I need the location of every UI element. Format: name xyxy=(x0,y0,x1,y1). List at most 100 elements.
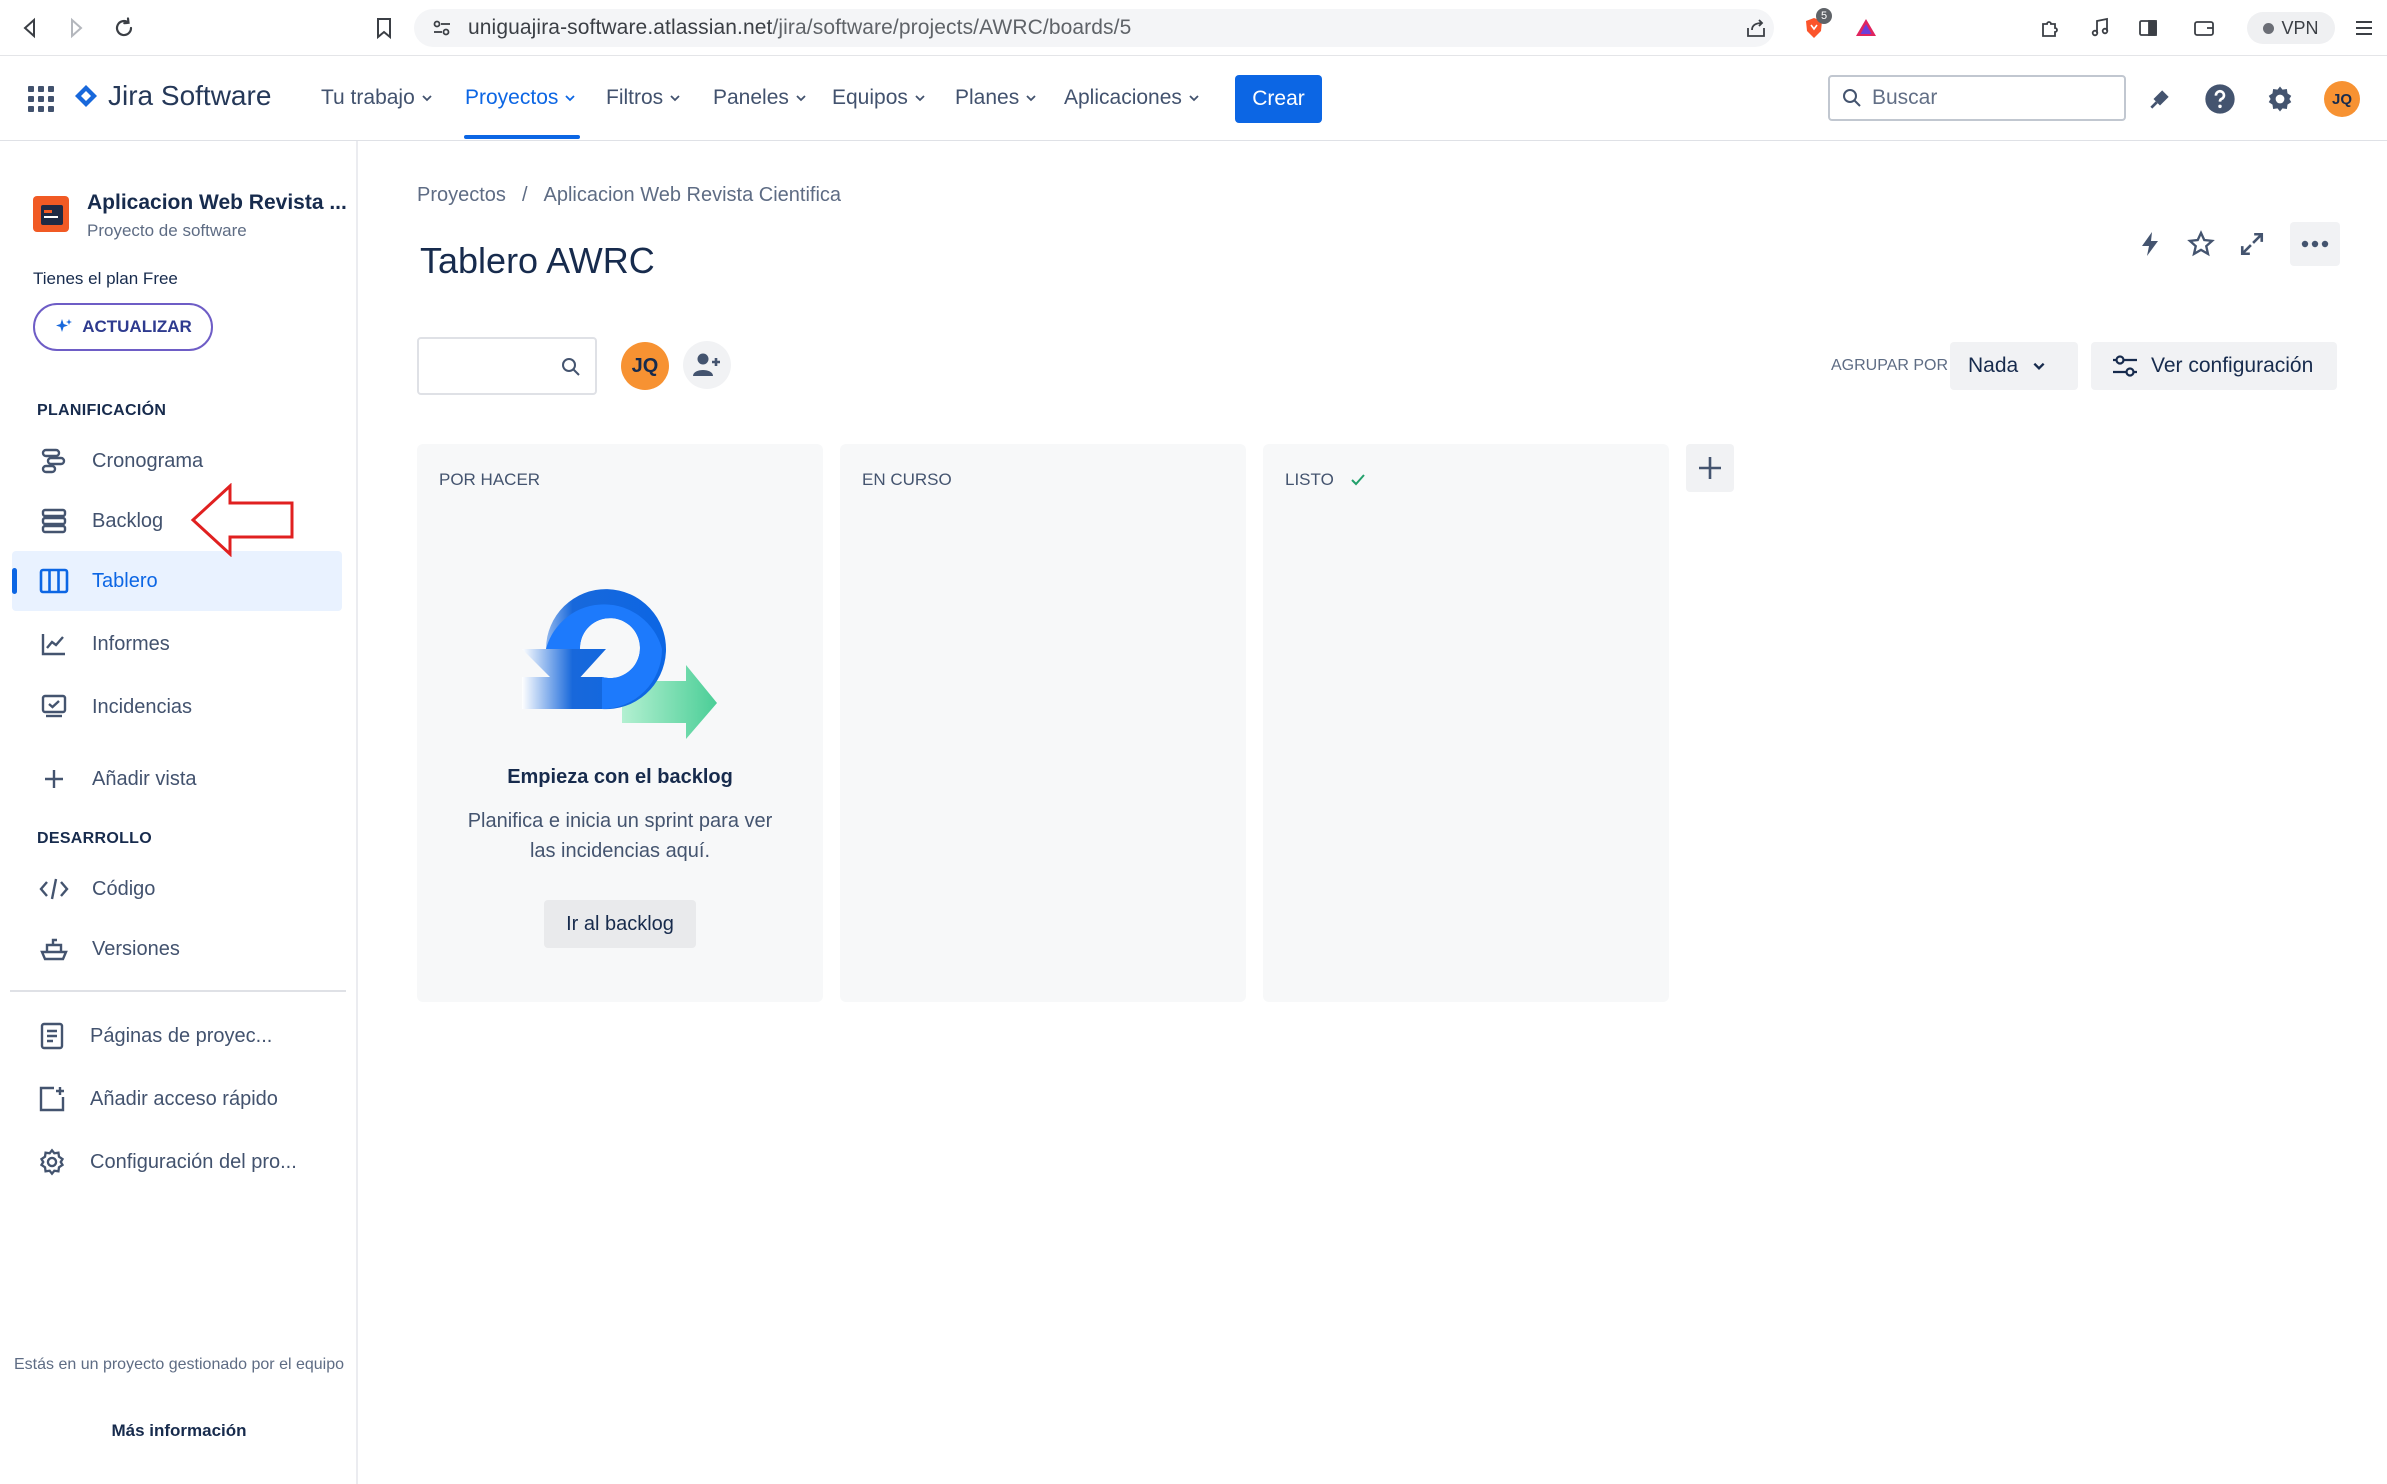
column-title: LISTO xyxy=(1285,470,1366,490)
sidebar-divider xyxy=(10,990,346,992)
settings-sliders-icon xyxy=(2113,355,2137,377)
nav-label: Aplicaciones xyxy=(1064,86,1182,109)
sidebar-item-project-settings[interactable]: Configuración del pro... xyxy=(10,1132,340,1192)
jira-logo[interactable]: Jira Software xyxy=(74,80,271,112)
sidebar-item-label: Código xyxy=(92,877,156,900)
chevron-down-icon xyxy=(565,95,576,102)
chevron-down-icon xyxy=(1026,95,1036,102)
wallet-icon[interactable] xyxy=(2190,14,2218,42)
column-title-text: POR HACER xyxy=(439,470,541,489)
sidebar-item-label: Añadir vista xyxy=(92,767,197,790)
back-icon[interactable] xyxy=(16,14,44,42)
issues-icon xyxy=(38,691,70,723)
go-to-backlog-button[interactable]: Ir al backlog xyxy=(544,900,696,948)
add-person-icon xyxy=(693,353,720,376)
extensions-icon[interactable] xyxy=(2036,14,2064,42)
plan-text: Tienes el plan Free xyxy=(33,269,178,288)
star-icon[interactable] xyxy=(2179,222,2223,266)
sidebar-item-label: Versiones xyxy=(92,937,180,960)
breadcrumb: Proyectos / Aplicacion Web Revista Cient… xyxy=(417,184,841,207)
reload-icon[interactable] xyxy=(110,14,138,42)
sidebar-item-incidencias[interactable]: Incidencias xyxy=(12,677,342,737)
shield-badge: 5 xyxy=(1816,8,1832,24)
sidebar-item-versiones[interactable]: Versiones xyxy=(12,919,342,979)
column-title-text: LISTO xyxy=(1285,470,1334,489)
sidebar-item-add-view[interactable]: Añadir vista xyxy=(12,749,342,809)
share-icon[interactable] xyxy=(1742,14,1770,42)
fullscreen-expand-icon[interactable] xyxy=(2230,222,2274,266)
bookmark-icon[interactable] xyxy=(370,14,398,42)
nav-label: Proyectos xyxy=(465,86,559,109)
menu-icon[interactable] xyxy=(2350,14,2378,42)
chevron-down-icon xyxy=(422,95,432,102)
upgrade-button[interactable]: ACTUALIZAR xyxy=(33,303,213,351)
ship-icon xyxy=(38,933,70,965)
board-search-input[interactable] xyxy=(417,337,597,395)
development-heading: DESARROLLO xyxy=(37,830,152,847)
breadcrumb-separator: / xyxy=(521,184,528,206)
group-by-select[interactable]: Nada xyxy=(1950,342,2078,390)
sidebar-item-informes[interactable]: Informes xyxy=(12,614,342,674)
team-managed-notice: Estás en un proyecto gestionado por el e… xyxy=(14,1356,345,1373)
notifications-icon[interactable] xyxy=(2142,81,2178,117)
more-actions-icon[interactable] xyxy=(2290,222,2340,266)
browser-toolbar: uniguajira-software.atlassian.net/jira/s… xyxy=(0,0,2387,56)
project-name[interactable]: Aplicacion Web Revista ... xyxy=(87,191,347,215)
nav-aplicaciones[interactable]: Aplicaciones xyxy=(1064,86,1200,110)
sparkle-icon xyxy=(56,319,73,332)
nav-equipos[interactable]: Equipos xyxy=(832,86,926,110)
help-icon[interactable] xyxy=(2202,81,2238,117)
annotation-arrow-icon xyxy=(190,483,294,557)
nav-filtros[interactable]: Filtros xyxy=(606,86,681,110)
sidebar-item-label: Backlog xyxy=(92,509,164,532)
backlog-icon xyxy=(38,505,70,537)
app-switcher-icon[interactable] xyxy=(28,86,54,112)
sidebar-item-label: Añadir acceso rápido xyxy=(90,1087,278,1110)
member-avatar[interactable]: JQ xyxy=(621,342,669,390)
site-settings-icon[interactable] xyxy=(428,14,456,42)
add-column-button[interactable] xyxy=(1686,444,1734,492)
reports-chart-icon xyxy=(38,628,70,660)
project-avatar-icon[interactable] xyxy=(33,196,69,232)
page-icon xyxy=(36,1020,68,1052)
project-type: Proyecto de software xyxy=(87,221,247,240)
breadcrumb-project-link[interactable]: Aplicacion Web Revista Cientifica xyxy=(544,184,842,207)
sidebar-toggle-icon[interactable] xyxy=(2134,14,2162,42)
empty-state-description: Planifica e inicia un sprint para ver la… xyxy=(467,810,773,862)
sidebar-item-project-pages[interactable]: Páginas de proyec... xyxy=(10,1006,340,1066)
sidebar-item-codigo[interactable]: Código xyxy=(12,859,342,919)
empty-state-title: Empieza con el backlog xyxy=(507,766,733,788)
nav-planes[interactable]: Planes xyxy=(955,86,1037,110)
nav-paneles[interactable]: Paneles xyxy=(713,86,807,110)
brave-rewards-icon[interactable] xyxy=(1852,14,1880,42)
nav-proyectos[interactable]: Proyectos xyxy=(465,86,576,110)
view-settings-button[interactable]: Ver configuración xyxy=(2091,342,2337,390)
backlog-empty-illustration-icon xyxy=(522,589,717,739)
automation-lightning-icon[interactable] xyxy=(2128,222,2172,266)
url-path: /jira/software/projects/AWRC/boards/5 xyxy=(772,16,1132,39)
sidebar-item-cronograma[interactable]: Cronograma xyxy=(12,431,342,491)
view-settings-label: Ver configuración xyxy=(2151,354,2314,377)
board-column-done: LISTO xyxy=(1263,444,1669,1002)
group-by-label: AGRUPAR POR xyxy=(1831,357,1949,374)
vpn-label: VPN xyxy=(2281,17,2319,38)
chevron-down-icon xyxy=(915,95,925,102)
create-button[interactable]: Crear xyxy=(1235,75,1322,123)
media-icon[interactable] xyxy=(2086,14,2114,42)
vpn-button[interactable]: VPN xyxy=(2247,12,2335,44)
search-input[interactable]: Buscar xyxy=(1828,75,2126,121)
more-info-link[interactable]: Más información xyxy=(14,1421,344,1441)
nav-tu-trabajo[interactable]: Tu trabajo xyxy=(321,86,433,110)
add-people-button[interactable] xyxy=(683,341,731,389)
settings-gear-icon[interactable] xyxy=(2262,81,2298,117)
search-icon xyxy=(1843,89,1861,107)
sidebar-item-tablero[interactable]: Tablero xyxy=(12,551,342,611)
code-icon xyxy=(38,873,70,905)
breadcrumb-projects-link[interactable]: Proyectos xyxy=(417,184,506,207)
checkmark-icon xyxy=(1351,474,1365,486)
sidebar-item-add-shortcut[interactable]: Añadir acceso rápido xyxy=(10,1069,340,1129)
user-avatar[interactable]: JQ xyxy=(2324,81,2360,117)
jira-diamond-icon xyxy=(75,85,97,107)
brave-shield-icon[interactable]: 5 xyxy=(1800,8,1832,42)
forward-icon[interactable] xyxy=(62,14,90,42)
